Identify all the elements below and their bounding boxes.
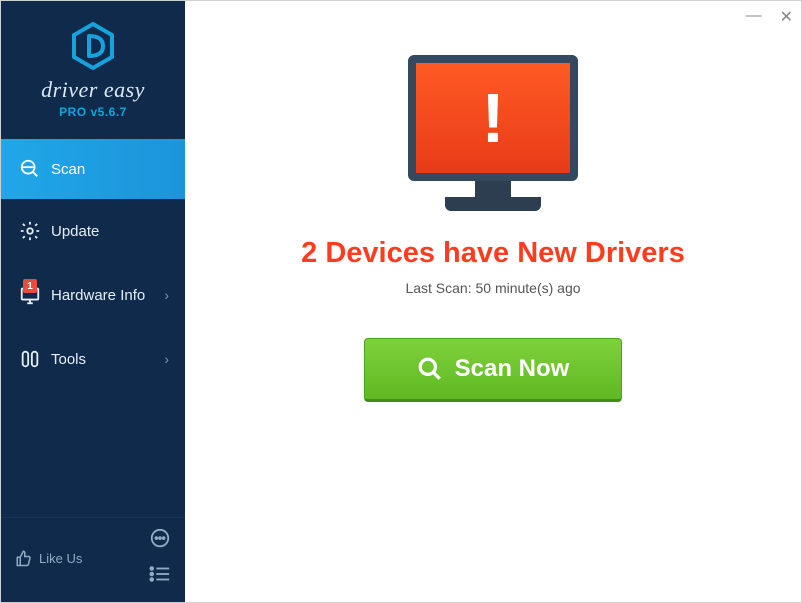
- window-controls: — ✕: [746, 7, 793, 27]
- like-us-label: Like Us: [39, 551, 82, 566]
- brand-logo-icon: [68, 21, 118, 71]
- sidebar-item-scan[interactable]: Scan: [1, 139, 185, 199]
- hardware-badge: 1: [23, 279, 37, 293]
- scan-now-label: Scan Now: [455, 355, 570, 383]
- feedback-icon[interactable]: [149, 528, 171, 555]
- brand-block: driver easy PRO v5.6.7: [1, 1, 185, 135]
- main-panel: ! 2 Devices have New Drivers Last Scan: …: [185, 1, 801, 602]
- status-monitor-graphic: !: [408, 55, 578, 211]
- scan-now-button[interactable]: Scan Now: [364, 338, 622, 402]
- sidebar-item-tools[interactable]: Tools ›: [1, 327, 185, 391]
- nav-label: Scan: [51, 161, 85, 178]
- app-root: driver easy PRO v5.6.7 Scan Update: [1, 1, 801, 602]
- gear-icon: [17, 220, 43, 242]
- minimize-button[interactable]: —: [746, 7, 762, 27]
- last-scan-text: Last Scan: 50 minute(s) ago: [405, 280, 580, 296]
- footer-right: [149, 528, 171, 588]
- sidebar-item-hardware-info[interactable]: 1 Hardware Info ›: [1, 263, 185, 327]
- monitor-neck: [475, 181, 511, 197]
- monitor-base: [445, 197, 541, 211]
- chevron-right-icon: ›: [164, 351, 169, 367]
- exclamation-icon: !: [481, 78, 504, 158]
- brand-version: PRO v5.6.7: [59, 105, 127, 119]
- magnifier-icon: [417, 356, 443, 382]
- sidebar: driver easy PRO v5.6.7 Scan Update: [1, 1, 185, 602]
- sidebar-nav: Scan Update 1 Hardware Info ›: [1, 139, 185, 517]
- nav-label: Update: [51, 223, 99, 240]
- alert-monitor-icon: !: [408, 55, 578, 181]
- thumbs-up-icon: [15, 549, 33, 567]
- chevron-right-icon: ›: [164, 287, 169, 303]
- menu-list-icon[interactable]: [149, 565, 171, 588]
- like-us-button[interactable]: Like Us: [15, 549, 82, 567]
- close-button[interactable]: ✕: [780, 7, 793, 27]
- nav-label: Tools: [51, 351, 86, 368]
- scan-icon: [17, 158, 43, 180]
- sidebar-footer: Like Us: [1, 517, 185, 602]
- status-heading: 2 Devices have New Drivers: [301, 237, 685, 270]
- brand-name: driver easy: [41, 77, 145, 103]
- nav-label: Hardware Info: [51, 287, 145, 304]
- tools-icon: [17, 348, 43, 370]
- sidebar-item-update[interactable]: Update: [1, 199, 185, 263]
